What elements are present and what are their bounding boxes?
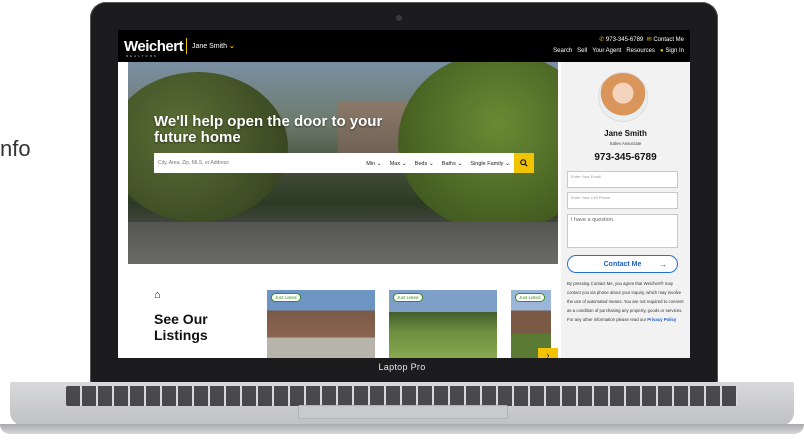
agent-contact-panel: Jane Smith Sales Associate 973-345-6789 … [561, 62, 690, 358]
avatar [598, 72, 648, 122]
site-header: Weichert REALTORS Jane Smith ⌄ ✆ 973-345… [118, 30, 690, 62]
contact-disclaimer: By pressing Contact Me, you agree that W… [567, 279, 684, 324]
main-nav: Search Sell Your Agent Resources ● Sign … [553, 48, 684, 54]
filter-baths-label: Baths [441, 160, 456, 167]
property-search-bar: Min ⌄ Max ⌄ Beds ⌄ Baths ⌄ Single Family… [154, 153, 534, 173]
nav-sign-in[interactable]: ● Sign In [660, 48, 684, 54]
chevron-down-icon: ⌄ [401, 160, 407, 167]
just-listed-badge: Just Listed [515, 293, 545, 302]
hero-tree-left [128, 72, 288, 222]
contact-me-label: Contact Me [603, 260, 642, 268]
chevron-down-icon: ⌄ [376, 160, 382, 167]
hero-road [128, 222, 558, 264]
device-label: Laptop Pro [378, 362, 426, 372]
agent-name: Jane Smith [604, 129, 647, 138]
user-icon: ● [660, 48, 664, 54]
contact-me-button[interactable]: Contact Me → [567, 255, 678, 273]
just-listed-badge: Just Listed [271, 293, 301, 302]
arrow-right-icon: › [546, 350, 550, 358]
filter-beds-label: Beds [414, 160, 428, 167]
trackpad [298, 405, 508, 419]
search-icon [520, 159, 528, 167]
search-input[interactable] [154, 159, 367, 167]
just-listed-badge: Just Listed [393, 293, 423, 302]
filter-min[interactable]: Min ⌄ [366, 160, 381, 167]
agent-selector[interactable]: Jane Smith ⌄ [192, 42, 235, 50]
laptop-base-edge [0, 424, 804, 434]
chevron-down-icon: ⌄ [457, 160, 463, 167]
chevron-down-icon: ⌄ [428, 160, 434, 167]
filter-baths[interactable]: Baths ⌄ [442, 160, 463, 167]
header-contact-link[interactable]: Contact Me [653, 37, 684, 43]
agent-selector-label: Jane Smith [192, 43, 228, 50]
browser-screen: Weichert REALTORS Jane Smith ⌄ ✆ 973-345… [118, 30, 690, 358]
listings-title: See Our Listings [154, 311, 208, 343]
hero-banner: We'll help open the door to your future … [128, 62, 558, 264]
search-button[interactable] [514, 153, 534, 173]
logo-divider [186, 38, 187, 54]
header-contact: ✆ 973-345-6789 ✉ Contact Me [599, 36, 684, 43]
keyboard [66, 386, 738, 406]
filter-max-label: Max [389, 160, 401, 167]
disclaimer-text: By pressing Contact Me, you agree that W… [567, 281, 684, 322]
filter-property-type-label: Single Family [470, 160, 504, 167]
agent-phone[interactable]: 973-345-6789 [561, 152, 690, 163]
email-field[interactable]: Enter Your Email [567, 171, 678, 188]
privacy-policy-link[interactable]: Privacy Policy [647, 317, 676, 322]
nav-your-agent[interactable]: Your Agent [592, 48, 621, 54]
filter-min-label: Min [366, 160, 376, 167]
nav-sign-in-label: Sign In [665, 48, 684, 54]
nav-sell[interactable]: Sell [577, 48, 587, 54]
listings-next-button[interactable]: › [538, 348, 558, 358]
camera [396, 15, 402, 21]
nav-resources[interactable]: Resources [626, 48, 655, 54]
phone-field[interactable]: Enter Your Cell Phone [567, 192, 678, 209]
listing-card[interactable]: Just Listed [267, 290, 375, 358]
nav-search[interactable]: Search [553, 48, 572, 54]
listing-card[interactable]: Just Listed [389, 290, 497, 358]
chevron-down-icon: ⌄ [228, 43, 235, 50]
site-logo[interactable]: Weichert [124, 38, 184, 55]
filter-beds[interactable]: Beds ⌄ [415, 160, 434, 167]
arrow-right-icon: → [659, 259, 667, 269]
hero-tree-right [398, 62, 558, 232]
filter-max[interactable]: Max ⌄ [390, 160, 407, 167]
mail-icon: ✉ [646, 37, 652, 43]
search-filters: Min ⌄ Max ⌄ Beds ⌄ Baths ⌄ Single Family… [366, 160, 514, 167]
home-icon: ⌂ [154, 289, 161, 301]
message-textarea[interactable]: I have a question. [567, 214, 678, 248]
filter-property-type[interactable]: Single Family ⌄ [470, 160, 510, 167]
agent-title: Sales Associate [609, 141, 642, 146]
hero-title: We'll help open the door to your future … [154, 113, 383, 146]
background-text: nfo [0, 136, 31, 161]
phone-icon: ✆ [599, 37, 605, 43]
header-phone[interactable]: 973-345-6789 [606, 37, 643, 43]
logo-tagline: REALTORS [126, 54, 158, 58]
chevron-down-icon: ⌄ [504, 160, 510, 167]
